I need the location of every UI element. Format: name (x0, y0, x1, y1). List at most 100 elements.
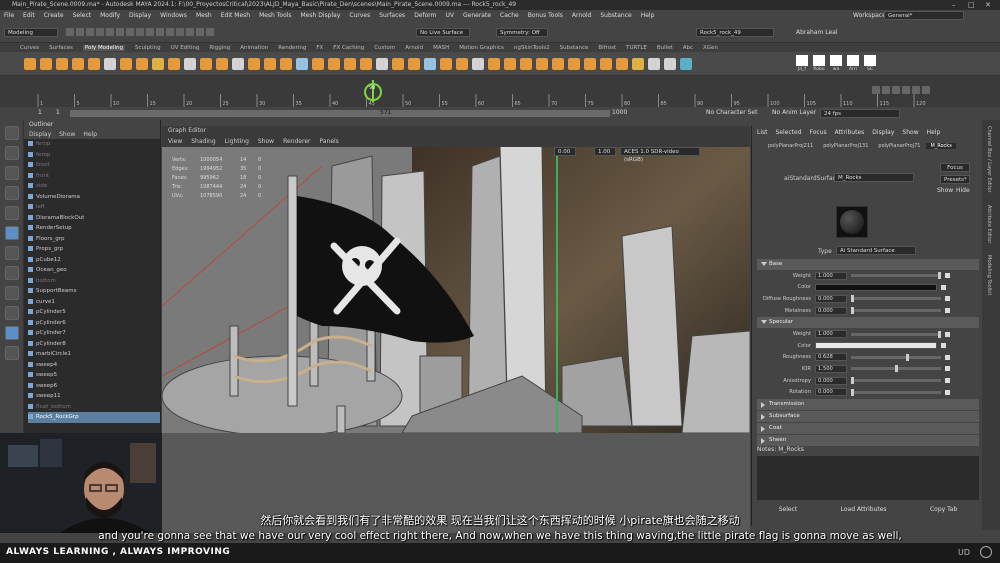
shelf-tool-icon[interactable] (24, 58, 36, 70)
shelf-tool-icon[interactable] (40, 58, 52, 70)
slider-knob[interactable] (851, 307, 854, 315)
outliner-item[interactable]: VolumeDiorama (28, 192, 160, 203)
outliner-item[interactable]: RenderSetup (28, 223, 160, 234)
outliner-item[interactable]: curve1 (28, 297, 160, 308)
menu-item-curves[interactable]: Curves (349, 12, 370, 19)
shelf-tab-arnold[interactable]: Arnold (405, 45, 423, 51)
user-account[interactable]: Abraham Leal (796, 29, 838, 36)
shelf-tab-sculpting[interactable]: Sculpting (135, 45, 161, 51)
shelf-tab-rendering[interactable]: Rendering (278, 45, 306, 51)
attribute-value-field[interactable]: 0.628 (815, 353, 847, 362)
shelf-tab-substance[interactable]: Substance (560, 45, 589, 51)
new-scene-icon[interactable] (66, 28, 74, 36)
menu-item-edit-mesh[interactable]: Edit Mesh (221, 12, 250, 19)
outliner-item[interactable]: pCylinder5 (28, 307, 160, 318)
outliner-item[interactable]: fzoot (28, 160, 160, 171)
section-transmission[interactable]: Transmission (757, 398, 979, 410)
side-tab[interactable]: Channel Box / Layer Editor (986, 126, 992, 193)
shelf-tool-icon[interactable] (664, 58, 676, 70)
history-icon[interactable] (186, 28, 194, 36)
menu-item-mesh-display[interactable]: Mesh Display (301, 12, 341, 19)
menu-item-select[interactable]: Select (73, 12, 92, 19)
outliner-item[interactable]: side (28, 181, 160, 192)
outliner-item[interactable]: ferop (28, 150, 160, 161)
map-button-icon[interactable] (945, 389, 950, 395)
material-swatch[interactable] (836, 206, 868, 238)
shelf-tool-icon[interactable] (440, 58, 452, 70)
shelf-tool-icon[interactable] (216, 58, 228, 70)
render-icon[interactable] (196, 28, 204, 36)
outliner-item[interactable]: Rock5_RockGrp (28, 412, 160, 423)
fence-post[interactable] (229, 325, 239, 397)
two-view-icon[interactable] (5, 306, 19, 320)
shelf-tool-icon[interactable] (312, 58, 324, 70)
menu-item-mesh-tools[interactable]: Mesh Tools (259, 12, 291, 19)
shelf-tool-icon[interactable] (472, 58, 484, 70)
notes-field[interactable] (757, 456, 979, 500)
menu-item-edit[interactable]: Edit (23, 12, 35, 19)
range-slider[interactable] (70, 110, 610, 117)
map-button-icon[interactable] (945, 273, 950, 279)
shelf-tool-icon[interactable] (424, 58, 436, 70)
outliner-item[interactable]: marbiCircle1 (28, 349, 160, 360)
shelf-tool-icon[interactable] (632, 58, 644, 70)
shelf-tab-motion-graphics[interactable]: Motion Graphics (459, 45, 504, 51)
map-button-icon[interactable] (941, 284, 946, 290)
play-forward-icon[interactable] (902, 86, 910, 94)
snap-surface-icon[interactable] (176, 28, 184, 36)
shelf-tab-bullet[interactable]: Bullet (657, 45, 673, 51)
outliner-item[interactable]: float_bottom (28, 402, 160, 413)
fence-post[interactable] (336, 405, 346, 433)
minimize-icon[interactable]: – (952, 0, 956, 10)
slider-knob[interactable] (894, 365, 898, 373)
outliner-menu-show[interactable]: Show (59, 131, 75, 138)
map-button-icon[interactable] (945, 308, 950, 314)
play-back-icon[interactable] (892, 86, 900, 94)
color-swatch[interactable] (815, 283, 937, 291)
attribute-value-field[interactable]: 0.000 (815, 376, 847, 385)
shelf-tool-icon[interactable] (456, 58, 468, 70)
shelf-tool-icon[interactable] (56, 58, 68, 70)
node-tab[interactable]: polyPlanarProj71 (874, 143, 924, 149)
menu-item-deform[interactable]: Deform (414, 12, 436, 19)
attr-menu-attributes[interactable]: Attributes (835, 126, 865, 140)
save-scene-icon[interactable] (86, 28, 94, 36)
attribute-slider[interactable] (851, 353, 941, 361)
map-button-icon[interactable] (945, 331, 950, 337)
shelf-script-robo[interactable]: Robo (812, 55, 826, 72)
outliner-item[interactable]: ferop (28, 139, 160, 150)
move-tool-icon[interactable] (5, 186, 19, 200)
zoom-icon[interactable] (5, 346, 19, 360)
node-tab[interactable]: polyPlanarProj211 (764, 143, 817, 149)
menu-item-cache[interactable]: Cache (500, 12, 519, 19)
menu-item-surfaces[interactable]: Surfaces (379, 12, 405, 19)
menu-item-file[interactable]: File (4, 12, 14, 19)
presets-button[interactable]: Presets* (940, 175, 970, 184)
shelf-tool-icon[interactable] (200, 58, 212, 70)
shelf-tool-icon[interactable] (520, 58, 532, 70)
shelf-script-wa[interactable]: wa (829, 55, 843, 72)
shelf-tool-icon[interactable] (152, 58, 164, 70)
outliner-item[interactable]: left (28, 202, 160, 213)
maximize-icon[interactable]: □ (968, 0, 975, 10)
menu-item-modify[interactable]: Modify (100, 12, 120, 19)
attribute-value-field[interactable]: 1.500 (815, 364, 847, 373)
outliner-item[interactable]: Floors_grp (28, 234, 160, 245)
go-end-icon[interactable] (922, 86, 930, 94)
mode-dropdown[interactable]: Modeling (4, 28, 58, 37)
playback-start-field[interactable]: 1 (56, 109, 60, 116)
viewport-menu-panels[interactable]: Panels (319, 138, 338, 145)
shelf-tool-icon[interactable] (264, 58, 276, 70)
focus-button[interactable]: Focus (940, 163, 970, 172)
side-tab[interactable]: Modeling Toolkit (986, 255, 992, 295)
attribute-slider[interactable] (851, 377, 941, 385)
color-swatch[interactable] (815, 342, 937, 350)
outliner-menu-display[interactable]: Display (29, 131, 51, 138)
attr-menu-help[interactable]: Help (927, 126, 941, 140)
shelf-script-jd_f[interactable]: Jd_f (795, 55, 809, 72)
gamma-field[interactable]: 1.00 (594, 147, 616, 156)
outliner-item[interactable]: pCylinder6 (28, 318, 160, 329)
range-start-field[interactable]: 1 (38, 109, 42, 116)
attr-menu-show[interactable]: Show (902, 126, 918, 140)
menu-item-create[interactable]: Create (44, 12, 64, 19)
